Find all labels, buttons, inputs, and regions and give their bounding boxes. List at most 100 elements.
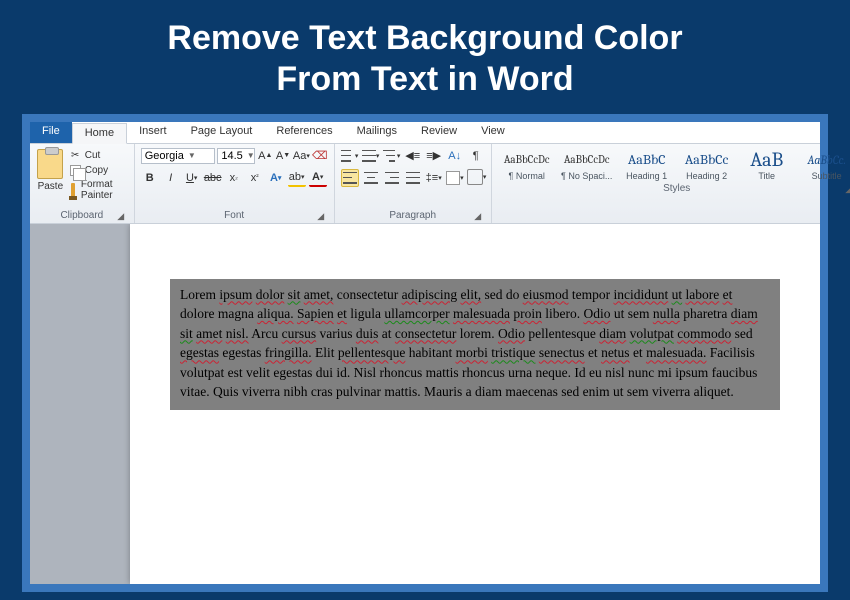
copy-icon (70, 165, 81, 176)
style-name: Subtitle (798, 171, 850, 181)
format-painter-button[interactable]: Format Painter (69, 179, 128, 201)
highlight-button[interactable]: ab▾ (288, 169, 306, 187)
tab-page-layout[interactable]: Page Layout (179, 122, 265, 143)
title-line1: Remove Text Background Color (0, 18, 850, 59)
shading-icon (446, 171, 460, 185)
increase-indent-button[interactable]: ≡▶ (425, 147, 443, 165)
style-subtitle[interactable]: AaBbCc.Subtitle (798, 147, 850, 183)
ribbon-tabs: File Home Insert Page Layout References … (30, 122, 820, 144)
style-name: ¶ Normal (498, 171, 556, 181)
paste-label: Paste (38, 181, 64, 192)
group-paragraph: ▾ ▾ ▾ ◀≡ ≡▶ A↓ ¶ ‡≡▾ ▾ (335, 144, 492, 223)
group-styles: AaBbCcDc¶ NormalAaBbCcDc¶ No Spaci...AaB… (492, 144, 850, 223)
style-preview: AaBbCcDc (498, 149, 556, 171)
cut-label: Cut (85, 150, 101, 161)
tab-home[interactable]: Home (72, 123, 127, 144)
ribbon: Paste ✂ Cut Copy Format Pai (30, 144, 820, 224)
group-font: Georgia ▼ 14.5 ▼ A▲ A▼ Aa▾ ⌫ B I U▾ (135, 144, 335, 223)
sort-button[interactable]: A↓ (446, 147, 464, 165)
multilevel-button[interactable]: ▾ (383, 147, 401, 165)
group-label-font: Font ◢ (141, 210, 328, 223)
font-size-combo[interactable]: 14.5 ▼ (217, 148, 255, 164)
align-right-button[interactable] (383, 169, 401, 187)
font-dialog-launcher[interactable]: ◢ (316, 211, 326, 221)
styles-dialog-launcher[interactable]: ◢ (844, 184, 850, 194)
format-painter-label: Format Painter (81, 179, 128, 201)
line-spacing-button[interactable]: ‡≡▾ (425, 169, 443, 187)
group-label-paragraph: Paragraph ◢ (341, 210, 485, 223)
style--no-spaci-[interactable]: AaBbCcDc¶ No Spaci... (558, 147, 616, 183)
tab-references[interactable]: References (264, 122, 344, 143)
style-name: Heading 2 (678, 171, 736, 181)
font-name-value: Georgia (145, 150, 184, 162)
style-preview: AaBbCcDc (558, 149, 616, 171)
tab-file[interactable]: File (30, 122, 72, 143)
underline-button[interactable]: U▾ (183, 169, 201, 187)
paragraph-dialog-launcher[interactable]: ◢ (473, 211, 483, 221)
superscript-button[interactable]: x² (246, 169, 264, 187)
align-left-button[interactable] (341, 169, 359, 187)
clipboard-dialog-launcher[interactable]: ◢ (116, 211, 126, 221)
style-preview: AaBbCc (678, 149, 736, 171)
bullets-icon (341, 150, 355, 162)
numbering-button[interactable]: ▾ (362, 147, 380, 165)
copy-button[interactable]: Copy (69, 164, 128, 177)
shrink-font-button[interactable]: A▼ (275, 147, 291, 165)
scissors-icon: ✂ (69, 149, 82, 162)
font-size-value: 14.5 (221, 150, 242, 162)
style-heading-2[interactable]: AaBbCcHeading 2 (678, 147, 736, 183)
word-window: File Home Insert Page Layout References … (30, 122, 820, 584)
style-heading-1[interactable]: AaBbCHeading 1 (618, 147, 676, 183)
style-preview: AaB (738, 149, 796, 171)
clear-formatting-button[interactable]: ⌫ (312, 147, 328, 165)
tab-review[interactable]: Review (409, 122, 469, 143)
tab-mailings[interactable]: Mailings (345, 122, 409, 143)
show-marks-button[interactable]: ¶ (467, 147, 485, 165)
align-right-icon (385, 172, 399, 184)
paste-icon (37, 149, 63, 179)
page-gutter (30, 224, 130, 584)
group-clipboard: Paste ✂ Cut Copy Format Pai (30, 144, 135, 223)
grow-font-button[interactable]: A▲ (257, 147, 273, 165)
justify-button[interactable] (404, 169, 422, 187)
group-label-styles: Styles ◢ (498, 183, 850, 196)
decrease-indent-button[interactable]: ◀≡ (404, 147, 422, 165)
strikethrough-button[interactable]: abc (204, 169, 222, 187)
change-case-button[interactable]: Aa▾ (293, 147, 310, 165)
tutorial-title: Remove Text Background Color From Text i… (0, 0, 850, 114)
italic-button[interactable]: I (162, 169, 180, 187)
highlighted-text-block[interactable]: Lorem ipsum dolor sit amet, consectetur … (170, 279, 780, 410)
style--normal[interactable]: AaBbCcDc¶ Normal (498, 147, 556, 183)
brush-icon (71, 183, 75, 197)
shading-button[interactable]: ▾ (446, 169, 464, 187)
chevron-down-icon: ▼ (188, 151, 196, 160)
screenshot-frame: File Home Insert Page Layout References … (22, 114, 828, 592)
style-name: Title (738, 171, 796, 181)
group-label-clipboard: Clipboard ◢ (36, 210, 128, 223)
style-title[interactable]: AaBTitle (738, 147, 796, 183)
bullets-button[interactable]: ▾ (341, 147, 359, 165)
align-center-icon (364, 172, 378, 184)
font-color-button[interactable]: A▾ (309, 169, 327, 187)
cut-button[interactable]: ✂ Cut (69, 149, 128, 162)
bold-button[interactable]: B (141, 169, 159, 187)
subscript-button[interactable]: x₂ (225, 169, 243, 187)
numbering-icon (362, 150, 376, 162)
font-name-combo[interactable]: Georgia ▼ (141, 148, 216, 164)
document-page[interactable]: Lorem ipsum dolor sit amet, consectetur … (130, 224, 820, 584)
text-effects-button[interactable]: A▾ (267, 169, 285, 187)
style-name: Heading 1 (618, 171, 676, 181)
style-preview: AaBbC (618, 149, 676, 171)
document-area: Lorem ipsum dolor sit amet, consectetur … (30, 224, 820, 584)
paste-button[interactable]: Paste (36, 147, 65, 192)
justify-icon (406, 172, 420, 184)
borders-button[interactable]: ▾ (467, 169, 483, 185)
copy-label: Copy (85, 165, 108, 176)
multilevel-icon (383, 150, 397, 162)
align-center-button[interactable] (362, 169, 380, 187)
style-name: ¶ No Spaci... (558, 171, 616, 181)
align-left-icon (343, 172, 357, 184)
chevron-down-icon: ▼ (247, 151, 255, 160)
tab-insert[interactable]: Insert (127, 122, 179, 143)
tab-view[interactable]: View (469, 122, 517, 143)
